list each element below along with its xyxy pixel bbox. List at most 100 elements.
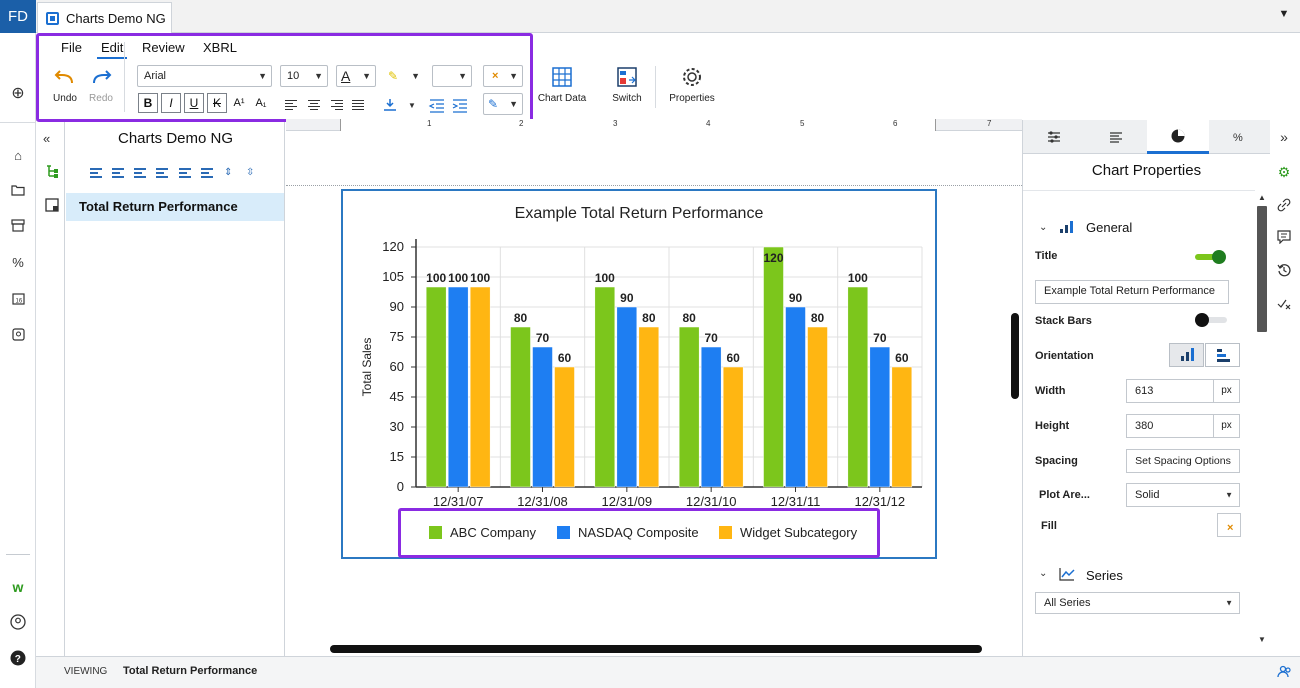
properties-title: Chart Properties <box>1091 162 1202 179</box>
stack-bars-label: Stack Bars <box>1035 315 1092 327</box>
outline-tool-icon[interactable] <box>201 168 215 180</box>
settings-gear-icon[interactable]: ⚙ <box>1276 164 1292 180</box>
outline-tree-icon[interactable] <box>45 164 59 178</box>
location-pin-icon[interactable] <box>9 325 27 343</box>
app-logo[interactable]: FD <box>0 0 36 33</box>
vertical-scrollbar[interactable] <box>1011 313 1019 399</box>
horizontal-scrollbar[interactable] <box>330 645 982 653</box>
status-document-name: Total Return Performance <box>123 665 258 677</box>
scroll-down-arrow-icon[interactable]: ▼ <box>1258 635 1266 644</box>
plot-area-value: Solid <box>1135 489 1160 501</box>
document-tab-label: Charts Demo NG <box>66 10 166 26</box>
series-select[interactable]: All Series ▼ <box>1035 592 1240 614</box>
chart-frame[interactable]: Example Total Return Performance 0 15 30 45 6… <box>341 189 937 559</box>
outline-item-selected[interactable]: Total Return Performance <box>66 193 284 221</box>
bar-value-label: 80 <box>811 311 825 325</box>
height-unit: px <box>1213 415 1239 437</box>
calendar-icon[interactable]: 16 <box>9 289 27 307</box>
width-input[interactable]: 613 px <box>1126 379 1240 403</box>
outline-title: Charts Demo NG <box>117 130 234 147</box>
y-axis-label: Total Sales <box>360 338 374 397</box>
move-up-down-icon[interactable]: ⇕ <box>224 167 232 178</box>
tab-overflow-chevron-icon[interactable]: ▼ <box>1276 8 1292 24</box>
height-input[interactable]: 380 px <box>1126 414 1240 438</box>
tab-chart[interactable] <box>1147 120 1209 154</box>
help-icon[interactable]: ? <box>9 649 27 667</box>
link-icon[interactable] <box>1276 198 1292 214</box>
bar-value-label: 60 <box>726 351 740 365</box>
comment-icon[interactable] <box>1276 230 1292 246</box>
document-tab[interactable]: Charts Demo NG <box>37 2 172 33</box>
bar <box>638 326 660 488</box>
collaborators-icon[interactable] <box>1277 664 1293 680</box>
vertical-bars-icon <box>1181 348 1194 361</box>
height-value: 380 <box>1135 420 1154 432</box>
collapse-panel-icon[interactable]: « <box>43 131 50 146</box>
pie-chart-icon <box>1171 129 1185 142</box>
outline-tool-icon[interactable] <box>134 168 148 180</box>
folder-icon[interactable] <box>9 181 27 199</box>
tab-xbrl[interactable]: % <box>1209 120 1271 154</box>
tab-structure[interactable] <box>1023 120 1085 154</box>
track-changes-icon[interactable] <box>1276 296 1292 312</box>
stack-bars-toggle[interactable] <box>1195 313 1227 327</box>
document-icon <box>46 11 59 25</box>
bar <box>447 286 469 488</box>
bar <box>785 306 806 488</box>
title-toggle[interactable] <box>1195 250 1227 264</box>
chevron-down-icon: ▼ <box>1225 490 1233 500</box>
bar-value-label: 70 <box>704 331 718 345</box>
expand-panel-icon[interactable]: » <box>1276 129 1292 145</box>
bar-value-label: 70 <box>536 331 550 345</box>
bar <box>510 326 531 488</box>
percent-tag-icon[interactable]: % <box>9 253 27 271</box>
scroll-up-arrow-icon[interactable]: ▲ <box>1258 193 1266 202</box>
properties-button[interactable]: Properties <box>664 66 720 110</box>
properties-scrollbar-thumb[interactable] <box>1257 206 1267 332</box>
bar-value-label: 80 <box>514 311 528 325</box>
spacing-label: Spacing <box>1035 455 1078 467</box>
orientation-horizontal-button[interactable] <box>1205 343 1240 367</box>
series-value: All Series <box>1044 597 1091 609</box>
chevron-down-icon[interactable]: ⌄ <box>1039 568 1047 579</box>
chart-data-button[interactable]: Chart Data <box>536 66 588 110</box>
y-tick-label: 105 <box>382 269 404 284</box>
outline-tool-icon[interactable] <box>90 168 104 180</box>
x-tick-label: 12/31/12 <box>855 494 906 509</box>
outline-tool-icon[interactable] <box>156 168 170 180</box>
home-icon[interactable]: ⌂ <box>9 146 27 164</box>
x-tick-label: 12/31/10 <box>686 494 737 509</box>
ruler-number: 2 <box>519 119 524 128</box>
rail-divider <box>6 554 30 555</box>
bar <box>869 346 891 488</box>
percent-grid-icon: % <box>1233 132 1243 144</box>
switch-button[interactable]: Switch <box>606 66 648 110</box>
outline-tool-icon[interactable] <box>179 168 193 180</box>
tab-text-format[interactable] <box>1085 120 1147 154</box>
line-chart-icon <box>1059 567 1075 581</box>
bar <box>763 246 784 488</box>
bar <box>594 286 616 488</box>
general-section-title: General <box>1086 220 1133 235</box>
user-account-icon[interactable] <box>9 613 27 631</box>
plot-area-select[interactable]: Solid ▼ <box>1126 483 1240 507</box>
orientation-vertical-button[interactable] <box>1169 343 1204 367</box>
workiva-logo-icon[interactable]: w <box>9 578 27 596</box>
collapse-expand-icon[interactable]: ⇳ <box>246 167 254 178</box>
plot-area-label: Plot Are... <box>1039 489 1090 501</box>
toolbar-divider <box>655 66 656 108</box>
fill-color-swatch[interactable]: × <box>1217 513 1241 537</box>
bar-value-label: 90 <box>789 291 803 305</box>
y-tick-label: 90 <box>390 299 404 314</box>
set-spacing-options-button[interactable]: Set Spacing Options <box>1126 449 1240 473</box>
bar-value-label: 80 <box>642 311 656 325</box>
notes-icon[interactable] <box>45 198 59 212</box>
archive-icon[interactable] <box>9 216 27 234</box>
history-icon[interactable] <box>1276 263 1292 279</box>
bar-value-label: 100 <box>595 271 615 285</box>
add-circle-icon[interactable]: ⊕ <box>9 84 27 102</box>
outline-tool-icon[interactable] <box>112 168 126 180</box>
bar-value-label: 60 <box>558 351 572 365</box>
chart-title-input[interactable]: Example Total Return Performance <box>1035 280 1229 304</box>
chevron-down-icon[interactable]: ⌄ <box>1039 222 1047 233</box>
